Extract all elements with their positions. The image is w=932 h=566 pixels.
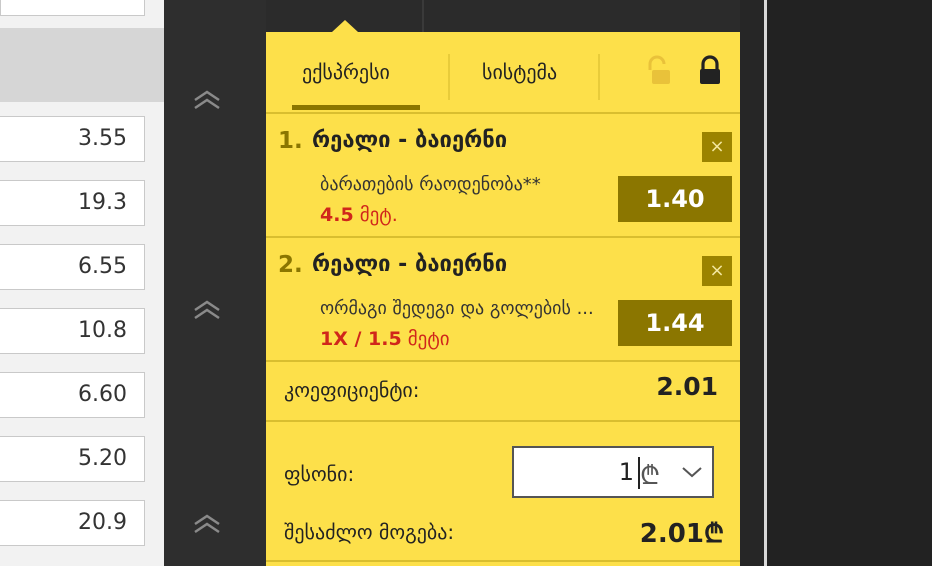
possible-win-label: შესაძლო მოგება: xyxy=(284,520,455,544)
odds-header-band xyxy=(0,28,164,102)
bet-pick-value: 1X / 1.5 xyxy=(320,328,402,350)
chevron-double-up-icon[interactable] xyxy=(192,512,222,536)
odds-cell[interactable]: 10.8 xyxy=(0,308,145,354)
odds-cell[interactable]: 5.20 xyxy=(0,436,145,482)
odds-cell[interactable]: 19.3 xyxy=(0,180,145,226)
bet-pick-suffix: მეტი xyxy=(401,328,450,350)
bet-number: 2. xyxy=(278,252,303,278)
stake-label: ფსონი: xyxy=(284,462,355,486)
remove-bet-button[interactable]: × xyxy=(702,256,732,286)
divider xyxy=(266,560,740,562)
slip-pointer xyxy=(332,20,358,32)
bet-number: 1. xyxy=(278,128,303,154)
odds-column: 3.55 19.3 6.55 10.8 6.60 5.20 20.9 xyxy=(0,0,164,566)
right-panel xyxy=(767,0,932,566)
odds-cell[interactable]: 6.60 xyxy=(0,372,145,418)
bet-item: 1. რეალი - ბაიერნი × ბარათების რაოდენობა… xyxy=(266,114,740,236)
total-coefficient-value: 2.01 xyxy=(656,372,718,401)
chevron-double-up-icon[interactable] xyxy=(192,298,222,322)
bet-pick-suffix: მეტ. xyxy=(353,204,398,226)
bet-item: 2. რეალი - ბაიერნი × ორმაგი შედეგი და გო… xyxy=(266,238,740,360)
stake-input[interactable]: 1 ₾ xyxy=(512,446,714,498)
bet-pick: 4.5 მეტ. xyxy=(320,204,398,226)
bet-odd: 1.44 xyxy=(618,300,732,346)
tab-system[interactable]: სისტემა xyxy=(482,60,557,84)
stake-value[interactable]: 1 xyxy=(534,458,634,486)
odds-cell[interactable]: 20.9 xyxy=(0,500,145,546)
bet-market: ბარათების რაოდენობა** xyxy=(320,174,541,195)
total-coefficient-label: კოეფიციენტი: xyxy=(284,378,420,402)
possible-win-value: 2.01₾ xyxy=(639,519,724,549)
bet-odd: 1.40 xyxy=(618,176,732,222)
active-tab-indicator xyxy=(292,105,420,110)
remove-bet-button[interactable]: × xyxy=(702,132,732,162)
lock-icon[interactable] xyxy=(696,54,724,88)
bet-pick-value: 4.5 xyxy=(320,204,354,226)
chevron-double-up-icon[interactable] xyxy=(192,88,222,112)
gutter xyxy=(164,0,266,566)
bet-match: რეალი - ბაიერნი xyxy=(312,128,508,153)
divider xyxy=(598,54,600,100)
bet-match: რეალი - ბაიერნი xyxy=(312,252,508,277)
divider xyxy=(266,420,740,422)
tab-express[interactable]: ექსპრესი xyxy=(302,60,390,84)
currency-sign: ₾ xyxy=(640,461,661,491)
betslip-tabs: ექსპრესი სისტემა xyxy=(266,32,740,114)
odds-cell[interactable]: 6.55 xyxy=(0,244,145,290)
unlock-icon[interactable] xyxy=(644,54,672,88)
divider xyxy=(266,360,740,362)
divider xyxy=(422,0,424,32)
divider xyxy=(448,54,450,100)
odds-cell-partial[interactable] xyxy=(0,0,145,16)
bet-pick: 1X / 1.5 მეტი xyxy=(320,328,450,350)
bet-market: ორმაგი შედეგი და გოლების ... xyxy=(320,298,594,319)
betslip: ექსპრესი სისტემა 1. რეალი - ბაიერნი × ბა… xyxy=(266,32,740,566)
chevron-down-icon[interactable] xyxy=(680,462,704,482)
odds-cell[interactable]: 3.55 xyxy=(0,116,145,162)
